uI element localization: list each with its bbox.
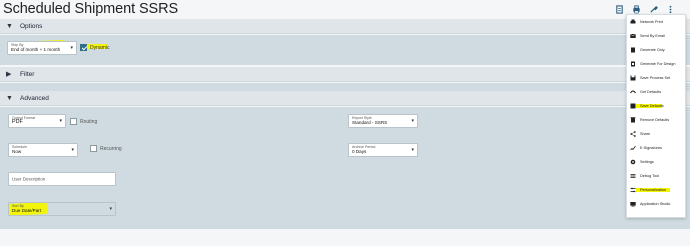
dynamic-checkbox[interactable]: [80, 44, 87, 51]
menu-item-generate-for-design[interactable]: Generate For Design: [627, 57, 687, 71]
chevron-right-icon: ▶: [6, 71, 12, 78]
settings-icon: [630, 159, 636, 165]
chevron-down-icon: ▼: [6, 22, 13, 30]
menu-item-generate-only[interactable]: Generate Only: [627, 43, 687, 57]
chevron-down-icon: ▾: [109, 206, 112, 212]
ship-by-select[interactable]: Ship By End of month + 1 month ▾: [7, 41, 77, 55]
menu-item-personalization[interactable]: Personalization: [627, 183, 687, 197]
section-filter-header[interactable]: ▶ Filter: [0, 67, 690, 82]
chevron-down-icon: ▾: [411, 118, 414, 124]
archive-period-select[interactable]: Archive Period 0 Days ▾: [348, 143, 418, 157]
save-icon: [630, 75, 636, 81]
sort-by-select[interactable]: Sort By Due Date/Part ▾: [8, 202, 116, 216]
section-advanced-body: Output Format PDF ▾ Routing Report Style…: [0, 107, 690, 229]
get-defaults-icon: [630, 89, 636, 95]
menu-item-network-print[interactable]: Network Print: [627, 15, 687, 29]
section-filter-body: [0, 83, 690, 91]
share-icon: [630, 131, 636, 137]
menu-item-settings[interactable]: Settings: [627, 155, 687, 169]
menu-item-send-by-email[interactable]: Send By Email: [627, 29, 687, 43]
studio-icon: [630, 201, 636, 207]
chevron-down-icon: ▾: [71, 147, 74, 153]
generate-icon: [630, 47, 636, 53]
recurring-checkbox[interactable]: [90, 145, 97, 152]
chevron-down-icon: ▼: [6, 94, 13, 102]
menu-item-share[interactable]: Share: [627, 127, 687, 141]
chevron-down-icon: ▾: [70, 45, 73, 51]
design-icon: [630, 61, 636, 67]
debug-icon: [630, 173, 636, 179]
menu-item-application-studio[interactable]: Application Studio: [627, 197, 687, 211]
signature-icon: [630, 145, 636, 151]
routing-checkbox[interactable]: [70, 118, 77, 125]
section-filter-label: Filter: [20, 70, 35, 78]
document-icon[interactable]: [614, 4, 625, 15]
remove-icon: [630, 117, 636, 123]
section-advanced-label: Advanced: [20, 94, 49, 102]
menu-item-save-defaults[interactable]: Save Defaults: [627, 99, 687, 113]
section-options-header[interactable]: ▼ Options: [0, 19, 690, 34]
output-format-select[interactable]: Output Format PDF ▾: [8, 114, 66, 128]
routing-label: Routing: [80, 119, 98, 125]
menu-item-e-signatures[interactable]: E-Signatures: [627, 141, 687, 155]
email-icon: [630, 33, 636, 39]
menu-item-debug-tool[interactable]: Debug Tool: [627, 169, 687, 183]
section-advanced-header[interactable]: ▼ Advanced: [0, 91, 690, 106]
schedule-select[interactable]: Schedule Now ▾: [8, 143, 78, 157]
chevron-down-icon: ▾: [59, 118, 62, 124]
menu-item-remove-defaults[interactable]: Remove Defaults: [627, 113, 687, 127]
section-options-label: Options: [20, 22, 43, 30]
network-print-icon: [630, 19, 636, 25]
menu-item-save-process-set[interactable]: Save Process Set: [627, 71, 687, 85]
menu-item-get-defaults[interactable]: Get Defaults: [627, 85, 687, 99]
chevron-down-icon: ▾: [411, 147, 414, 153]
overflow-menu: Network Print Send By Email Generate Onl…: [626, 14, 686, 218]
section-options-body: Ship By End of month + 1 month ▾ Dynamic: [0, 35, 690, 65]
user-description-input[interactable]: User Description: [8, 172, 116, 186]
page-title: Scheduled Shipment SSRS: [3, 1, 179, 17]
dynamic-label: Dynamic: [90, 45, 110, 51]
report-style-select[interactable]: Report Style Standard - SSRS ▾: [348, 114, 418, 128]
recurring-label: Recurring: [100, 146, 122, 152]
